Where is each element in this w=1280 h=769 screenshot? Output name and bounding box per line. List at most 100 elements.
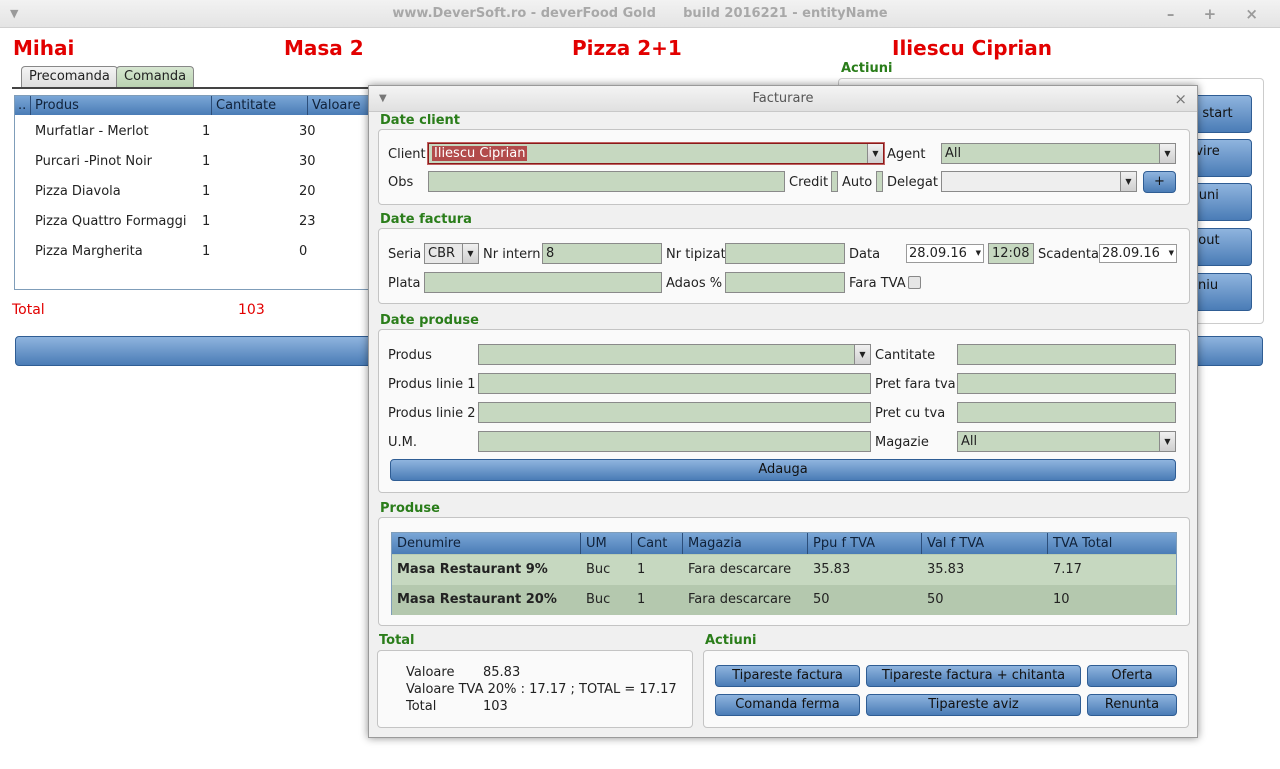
dialog-menu-icon[interactable]: ▼ <box>379 86 387 112</box>
pret-fara-tva-input[interactable] <box>957 373 1176 394</box>
nr-tipizat-input[interactable] <box>725 243 845 264</box>
auto-label: Auto <box>842 175 873 190</box>
obs-label: Obs <box>388 175 414 190</box>
tab-comanda[interactable]: Comanda <box>116 66 195 88</box>
order-valoare: 0 <box>299 244 308 259</box>
add-product-button[interactable]: Adauga <box>390 459 1176 481</box>
produs-linie1-input[interactable] <box>478 373 871 394</box>
window-title: www.DeverSoft.ro - deverFood Gold build … <box>392 6 888 21</box>
print-notice-button[interactable]: Tipareste aviz <box>866 694 1081 716</box>
obs-input[interactable] <box>428 171 785 192</box>
products-col-cant[interactable]: Cant <box>632 533 683 554</box>
products-col-denumire[interactable]: Denumire <box>392 533 581 554</box>
product-cant: 1 <box>637 592 646 607</box>
right-actions-title: Actiuni <box>841 61 893 76</box>
nr-intern-input[interactable]: 8 <box>542 243 662 264</box>
products-col-um[interactable]: UM <box>581 533 632 554</box>
time-input[interactable]: 12:08 <box>988 243 1034 264</box>
magazie-combo[interactable]: All ▼ <box>957 431 1176 452</box>
seria-combo[interactable]: CBR ▼ <box>424 243 479 264</box>
order-valoare: 30 <box>299 154 316 169</box>
client-name: Iliescu Ciprian <box>892 36 1052 60</box>
table-row[interactable]: Murfatlar - Merlot 1 30 <box>15 117 393 147</box>
table-row[interactable]: Masa Restaurant 9% Buc 1 Fara descarcare… <box>392 555 1176 585</box>
order-col-produs[interactable]: Produs <box>31 96 212 115</box>
plata-input[interactable] <box>424 272 662 293</box>
product-section-title: Date produse <box>380 313 479 328</box>
scadenta-date-picker[interactable]: 28.09.16 ▼ <box>1099 244 1177 263</box>
offer-button[interactable]: Oferta <box>1087 665 1177 687</box>
delegat-combo[interactable]: ▼ <box>941 171 1137 192</box>
order-total-label: Total <box>12 302 45 318</box>
tab-divider <box>12 87 372 89</box>
product-magazia: Fara descarcare <box>688 562 792 577</box>
add-delegat-button[interactable]: + <box>1143 171 1176 193</box>
chevron-down-icon[interactable]: ▼ <box>976 245 981 262</box>
products-col-ppu[interactable]: Ppu f TVA <box>808 533 922 554</box>
window-controls[interactable]: – + × <box>1167 0 1270 28</box>
order-produs: Pizza Diavola <box>35 184 121 199</box>
product-tva: 7.17 <box>1053 562 1082 577</box>
firm-order-button[interactable]: Comanda ferma <box>715 694 860 716</box>
produs-combo[interactable]: ▼ <box>478 344 871 365</box>
chevron-down-icon[interactable]: ▼ <box>462 244 478 263</box>
adaos-input[interactable] <box>725 272 845 293</box>
table-row[interactable]: Purcari -Pinot Noir 1 30 <box>15 147 393 177</box>
window-menu-icon[interactable]: ▼ <box>10 0 18 28</box>
pret-cu-tva-input[interactable] <box>957 402 1176 423</box>
fara-tva-label: Fara TVA <box>849 276 906 291</box>
actions-section-title: Actiuni <box>705 633 757 648</box>
table-row[interactable]: Pizza Diavola 1 20 <box>15 177 393 207</box>
promo-name: Pizza 2+1 <box>572 36 682 60</box>
tab-precomanda[interactable]: Precomanda <box>21 66 118 88</box>
order-valoare: 20 <box>299 184 316 199</box>
credit-input[interactable] <box>831 171 838 192</box>
table-row[interactable]: Pizza Margherita 1 0 <box>15 237 393 267</box>
order-col-dots[interactable]: .. <box>15 96 31 115</box>
cancel-button[interactable]: Renunta <box>1087 694 1177 716</box>
client-label: Client <box>388 147 426 162</box>
order-produs: Murfatlar - Merlot <box>35 124 149 139</box>
chevron-down-icon[interactable]: ▼ <box>1169 245 1174 262</box>
cantitate-input[interactable] <box>957 344 1176 365</box>
data-date-picker[interactable]: 28.09.16 ▼ <box>906 244 984 263</box>
produs-linie1-label: Produs linie 1 <box>388 377 476 392</box>
adaos-label: Adaos % <box>666 276 723 291</box>
table-row[interactable]: Pizza Quattro Formaggi 1 23 <box>15 207 393 237</box>
client-combo[interactable]: Iliescu Ciprian ▼ <box>428 143 884 164</box>
facturare-dialog: ▼ Facturare × Date client Client Iliescu… <box>368 85 1198 738</box>
scadenta-label: Scadenta <box>1038 247 1099 262</box>
product-um: Buc <box>586 592 611 607</box>
order-cantitate: 1 <box>202 214 211 229</box>
chevron-down-icon[interactable]: ▼ <box>867 144 883 163</box>
product-val: 35.83 <box>927 562 965 577</box>
chevron-down-icon[interactable]: ▼ <box>854 345 870 364</box>
dialog-title: Facturare <box>752 91 814 106</box>
table-row[interactable]: Masa Restaurant 20% Buc 1 Fara descarcar… <box>392 585 1176 615</box>
print-invoice-button[interactable]: Tipareste factura <box>715 665 860 687</box>
products-col-magazia[interactable]: Magazia <box>683 533 808 554</box>
product-tva: 10 <box>1053 592 1070 607</box>
products-col-val[interactable]: Val f TVA <box>922 533 1048 554</box>
pret-cu-tva-label: Pret cu tva <box>875 406 946 421</box>
produs-linie2-label: Produs linie 2 <box>388 406 476 421</box>
produs-linie2-input[interactable] <box>478 402 871 423</box>
total-total-label: Total <box>406 699 437 714</box>
client-section <box>378 129 1190 205</box>
chevron-down-icon[interactable]: ▼ <box>1159 432 1175 451</box>
cantitate-label: Cantitate <box>875 348 936 363</box>
order-table: .. Produs Cantitate Valoare Murfatlar - … <box>14 95 394 290</box>
close-icon[interactable]: × <box>1174 86 1187 112</box>
chevron-down-icon[interactable]: ▼ <box>1159 144 1175 163</box>
order-col-cantitate[interactable]: Cantitate <box>212 96 308 115</box>
fara-tva-checkbox[interactable] <box>908 276 921 289</box>
chevron-down-icon[interactable]: ▼ <box>1120 172 1136 191</box>
products-col-tva[interactable]: TVA Total <box>1048 533 1176 554</box>
product-ppu: 50 <box>813 592 830 607</box>
magazie-label: Magazie <box>875 435 929 450</box>
um-input[interactable] <box>478 431 871 452</box>
agent-label: Agent <box>887 147 926 162</box>
print-invoice-receipt-button[interactable]: Tipareste factura + chitanta <box>866 665 1081 687</box>
auto-input[interactable] <box>876 171 883 192</box>
agent-combo[interactable]: All ▼ <box>941 143 1176 164</box>
